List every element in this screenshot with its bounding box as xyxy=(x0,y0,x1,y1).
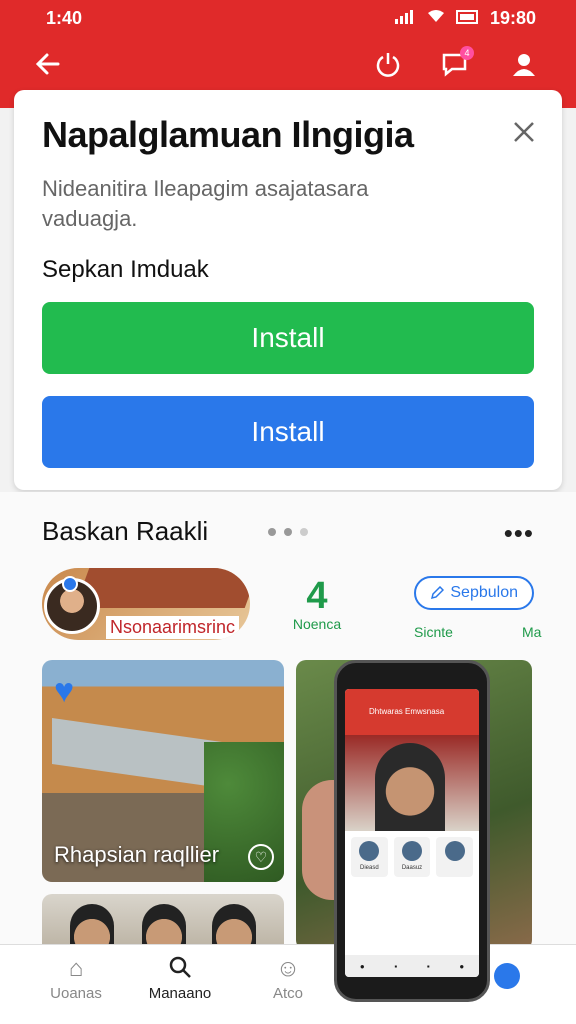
like-icon[interactable]: ♡ xyxy=(248,844,274,870)
story-icon: 4 xyxy=(306,575,328,617)
notification-badge: 4 xyxy=(460,46,474,60)
phone-header-text: Dhtwaras Emwsnasa xyxy=(369,707,445,716)
dialog-subtitle: Sepkan Imduak xyxy=(42,256,209,283)
messages-button[interactable]: 4 xyxy=(436,44,476,84)
profile-button[interactable] xyxy=(504,44,544,84)
story-main[interactable]: Nsonaarimsrinc xyxy=(42,568,250,640)
story-label: Noenca xyxy=(292,616,342,632)
feed-card-house[interactable]: ♥ Rhapsian raqllier ♡ xyxy=(42,660,284,882)
phone-screen: Dhtwaras Emwsnasa Dieasd Daasuz ● ▪ ▪ ● xyxy=(345,689,479,977)
online-dot xyxy=(62,576,78,592)
card-caption: Rhapsian raqllier xyxy=(54,842,220,867)
nav-item-activity[interactable]: ☺ Atco xyxy=(248,955,328,1003)
phone-card: Daasuz xyxy=(393,837,431,877)
story-item-noenca[interactable]: 4 Noenca xyxy=(282,576,352,632)
dialog-description: Nideanitira Ileapagim asajatasara vaduag… xyxy=(42,176,369,231)
pencil-icon xyxy=(431,586,445,600)
chat-icon[interactable] xyxy=(494,963,520,989)
user-icon xyxy=(513,54,535,76)
nav-item-home[interactable]: ⌂ Uoanas xyxy=(36,955,116,1003)
install-button-secondary[interactable]: Install xyxy=(42,396,534,468)
battery-icon xyxy=(455,8,480,29)
phone-tab-icon: ▪ xyxy=(426,961,430,971)
close-icon xyxy=(514,122,534,142)
nav-label: Uoanas xyxy=(50,985,102,1002)
heart-icon[interactable]: ♥ xyxy=(54,672,74,711)
phone-screen-cards: Dieasd Daasuz xyxy=(345,831,479,883)
smile-icon: ☺ xyxy=(275,955,301,982)
wifi-icon xyxy=(426,8,446,29)
arrow-left-icon xyxy=(35,53,60,75)
nav-label: Atco xyxy=(272,985,303,1002)
status-icons: 19:80 xyxy=(394,8,536,29)
nav-item-search[interactable]: Manaano xyxy=(140,955,220,1003)
back-button[interactable] xyxy=(28,44,68,84)
more-options-button[interactable]: ••• xyxy=(504,518,534,549)
status-time: 1:40 xyxy=(46,8,83,28)
install-button-primary[interactable]: Install xyxy=(42,302,534,374)
phone-screen-tabs: ● ▪ ▪ ● xyxy=(345,955,479,977)
nav-label: Manaano xyxy=(148,985,212,1002)
power-icon xyxy=(376,53,400,77)
phone-card-empty xyxy=(436,837,474,877)
page-dot xyxy=(284,528,292,536)
phone-tab-icon: ▪ xyxy=(394,961,398,971)
status-time-right: 19:80 xyxy=(489,8,536,28)
phone-mockup: Dhtwaras Emwsnasa Dieasd Daasuz ● ▪ ▪ ● xyxy=(334,660,490,1002)
card-image-awning xyxy=(52,718,222,788)
page-indicator xyxy=(268,528,308,536)
status-bar: 1:40 19:80 xyxy=(0,0,576,38)
phone-tab-icon: ● xyxy=(459,961,465,971)
page-dot xyxy=(300,528,308,536)
search-icon xyxy=(140,955,220,985)
page-dot xyxy=(268,528,276,536)
phone-screen-face xyxy=(375,743,445,831)
power-button[interactable] xyxy=(368,44,408,84)
install-dialog: Napalglamuan Ilngigia Nideanitira Ileapa… xyxy=(14,90,562,490)
close-button[interactable] xyxy=(506,114,542,150)
section-title: Baskan Raakli xyxy=(42,516,209,546)
story-row: Nsonaarimsrinc 4 Noenca Sepbulon Sicnte … xyxy=(42,568,562,648)
phone-screen-header: Dhtwaras Emwsnasa xyxy=(345,689,479,735)
story-roof xyxy=(74,568,250,608)
dialog-title: Napalglamuan Ilngigia xyxy=(42,114,414,155)
phone-tab-icon: ● xyxy=(359,961,365,971)
story-label: Nsonaarimsrinc xyxy=(106,616,240,639)
home-icon: ⌂ xyxy=(68,955,84,982)
story-label-sicnte[interactable]: Sicnte xyxy=(414,624,453,640)
story-label-ma[interactable]: Ma xyxy=(522,624,541,640)
signal-icon xyxy=(394,8,416,29)
subscribe-pill-button[interactable]: Sepbulon xyxy=(414,576,534,610)
phone-card: Dieasd xyxy=(351,837,388,877)
phone-screen-photo xyxy=(345,735,479,831)
pill-label: Sepbulon xyxy=(450,584,518,601)
